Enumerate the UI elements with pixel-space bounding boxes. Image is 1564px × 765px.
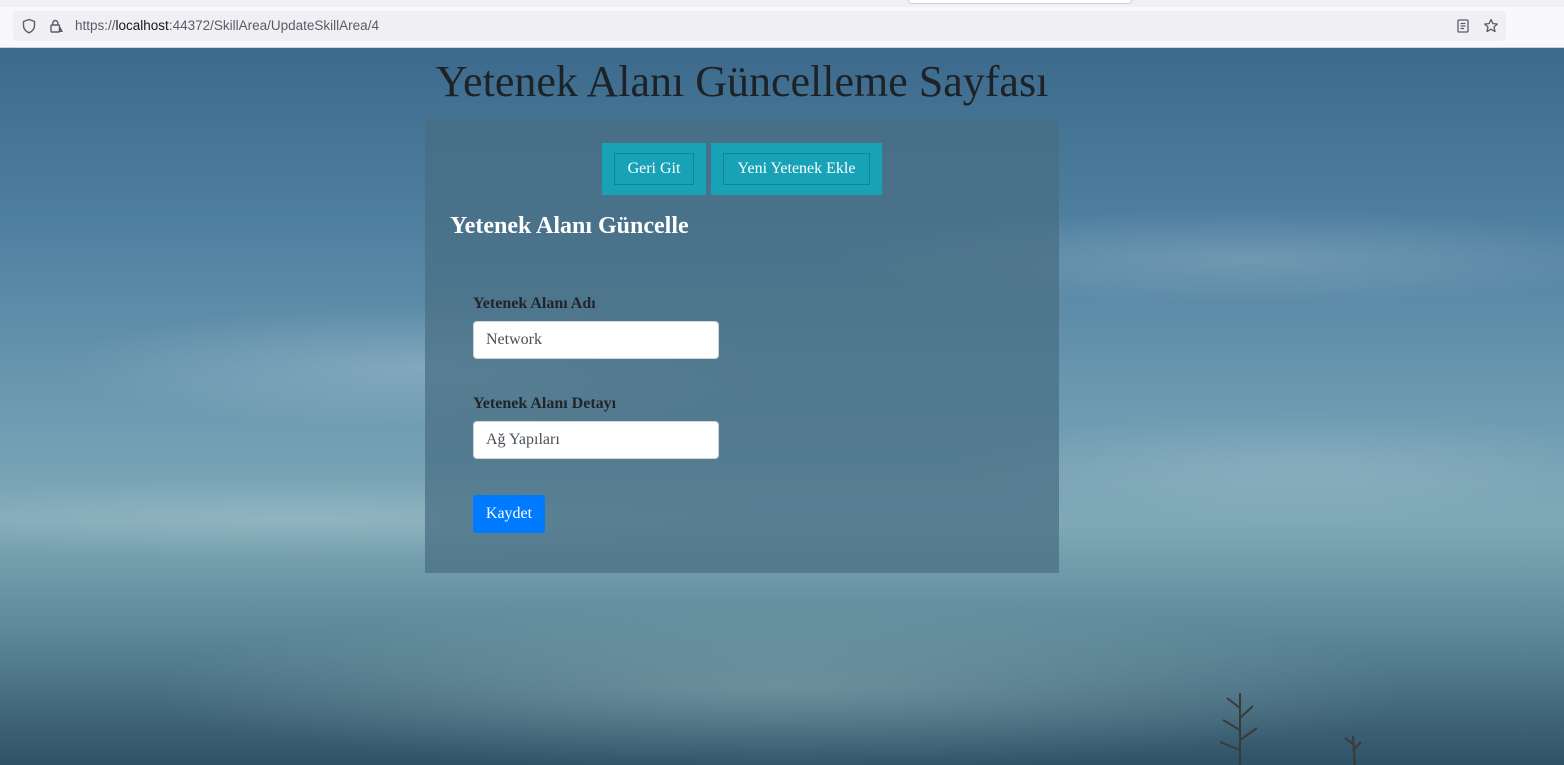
save-button[interactable]: Kaydet [473, 495, 545, 533]
browser-toolbar: https://localhost:44372/SkillArea/Update… [0, 7, 1564, 48]
back-button[interactable]: Geri Git [602, 143, 706, 195]
shield-icon[interactable] [21, 18, 37, 34]
add-skill-button-label: Yeni Yetenek Ekle [723, 153, 870, 185]
reader-mode-icon[interactable] [1455, 18, 1471, 34]
page-background: Yetenek Alanı Güncelleme Sayfası Geri Gi… [0, 48, 1564, 765]
page-title: Yetenek Alanı Güncelleme Sayfası [435, 57, 1049, 106]
lock-warning-icon[interactable] [48, 18, 64, 34]
url-text[interactable]: https://localhost:44372/SkillArea/Update… [75, 18, 379, 33]
back-button-label: Geri Git [614, 153, 694, 185]
tree-silhouette-image [1219, 693, 1362, 765]
bookmark-star-icon[interactable] [1483, 18, 1499, 34]
browser-tab-strip [0, 0, 1564, 7]
skill-area-name-label: Yetenek Alanı Adı [473, 295, 596, 312]
skill-area-detail-label: Yetenek Alanı Detayı [473, 395, 617, 412]
skill-area-name-input[interactable] [473, 321, 719, 359]
browser-tab-edge[interactable] [908, 0, 1132, 4]
update-panel: Geri Git Yeni Yetenek Ekle Yetenek Alanı… [425, 119, 1059, 573]
form-heading: Yetenek Alanı Güncelle [450, 213, 689, 239]
add-skill-button[interactable]: Yeni Yetenek Ekle [711, 143, 882, 195]
address-bar[interactable]: https://localhost:44372/SkillArea/Update… [13, 11, 1506, 41]
skill-area-detail-input[interactable] [473, 421, 719, 459]
